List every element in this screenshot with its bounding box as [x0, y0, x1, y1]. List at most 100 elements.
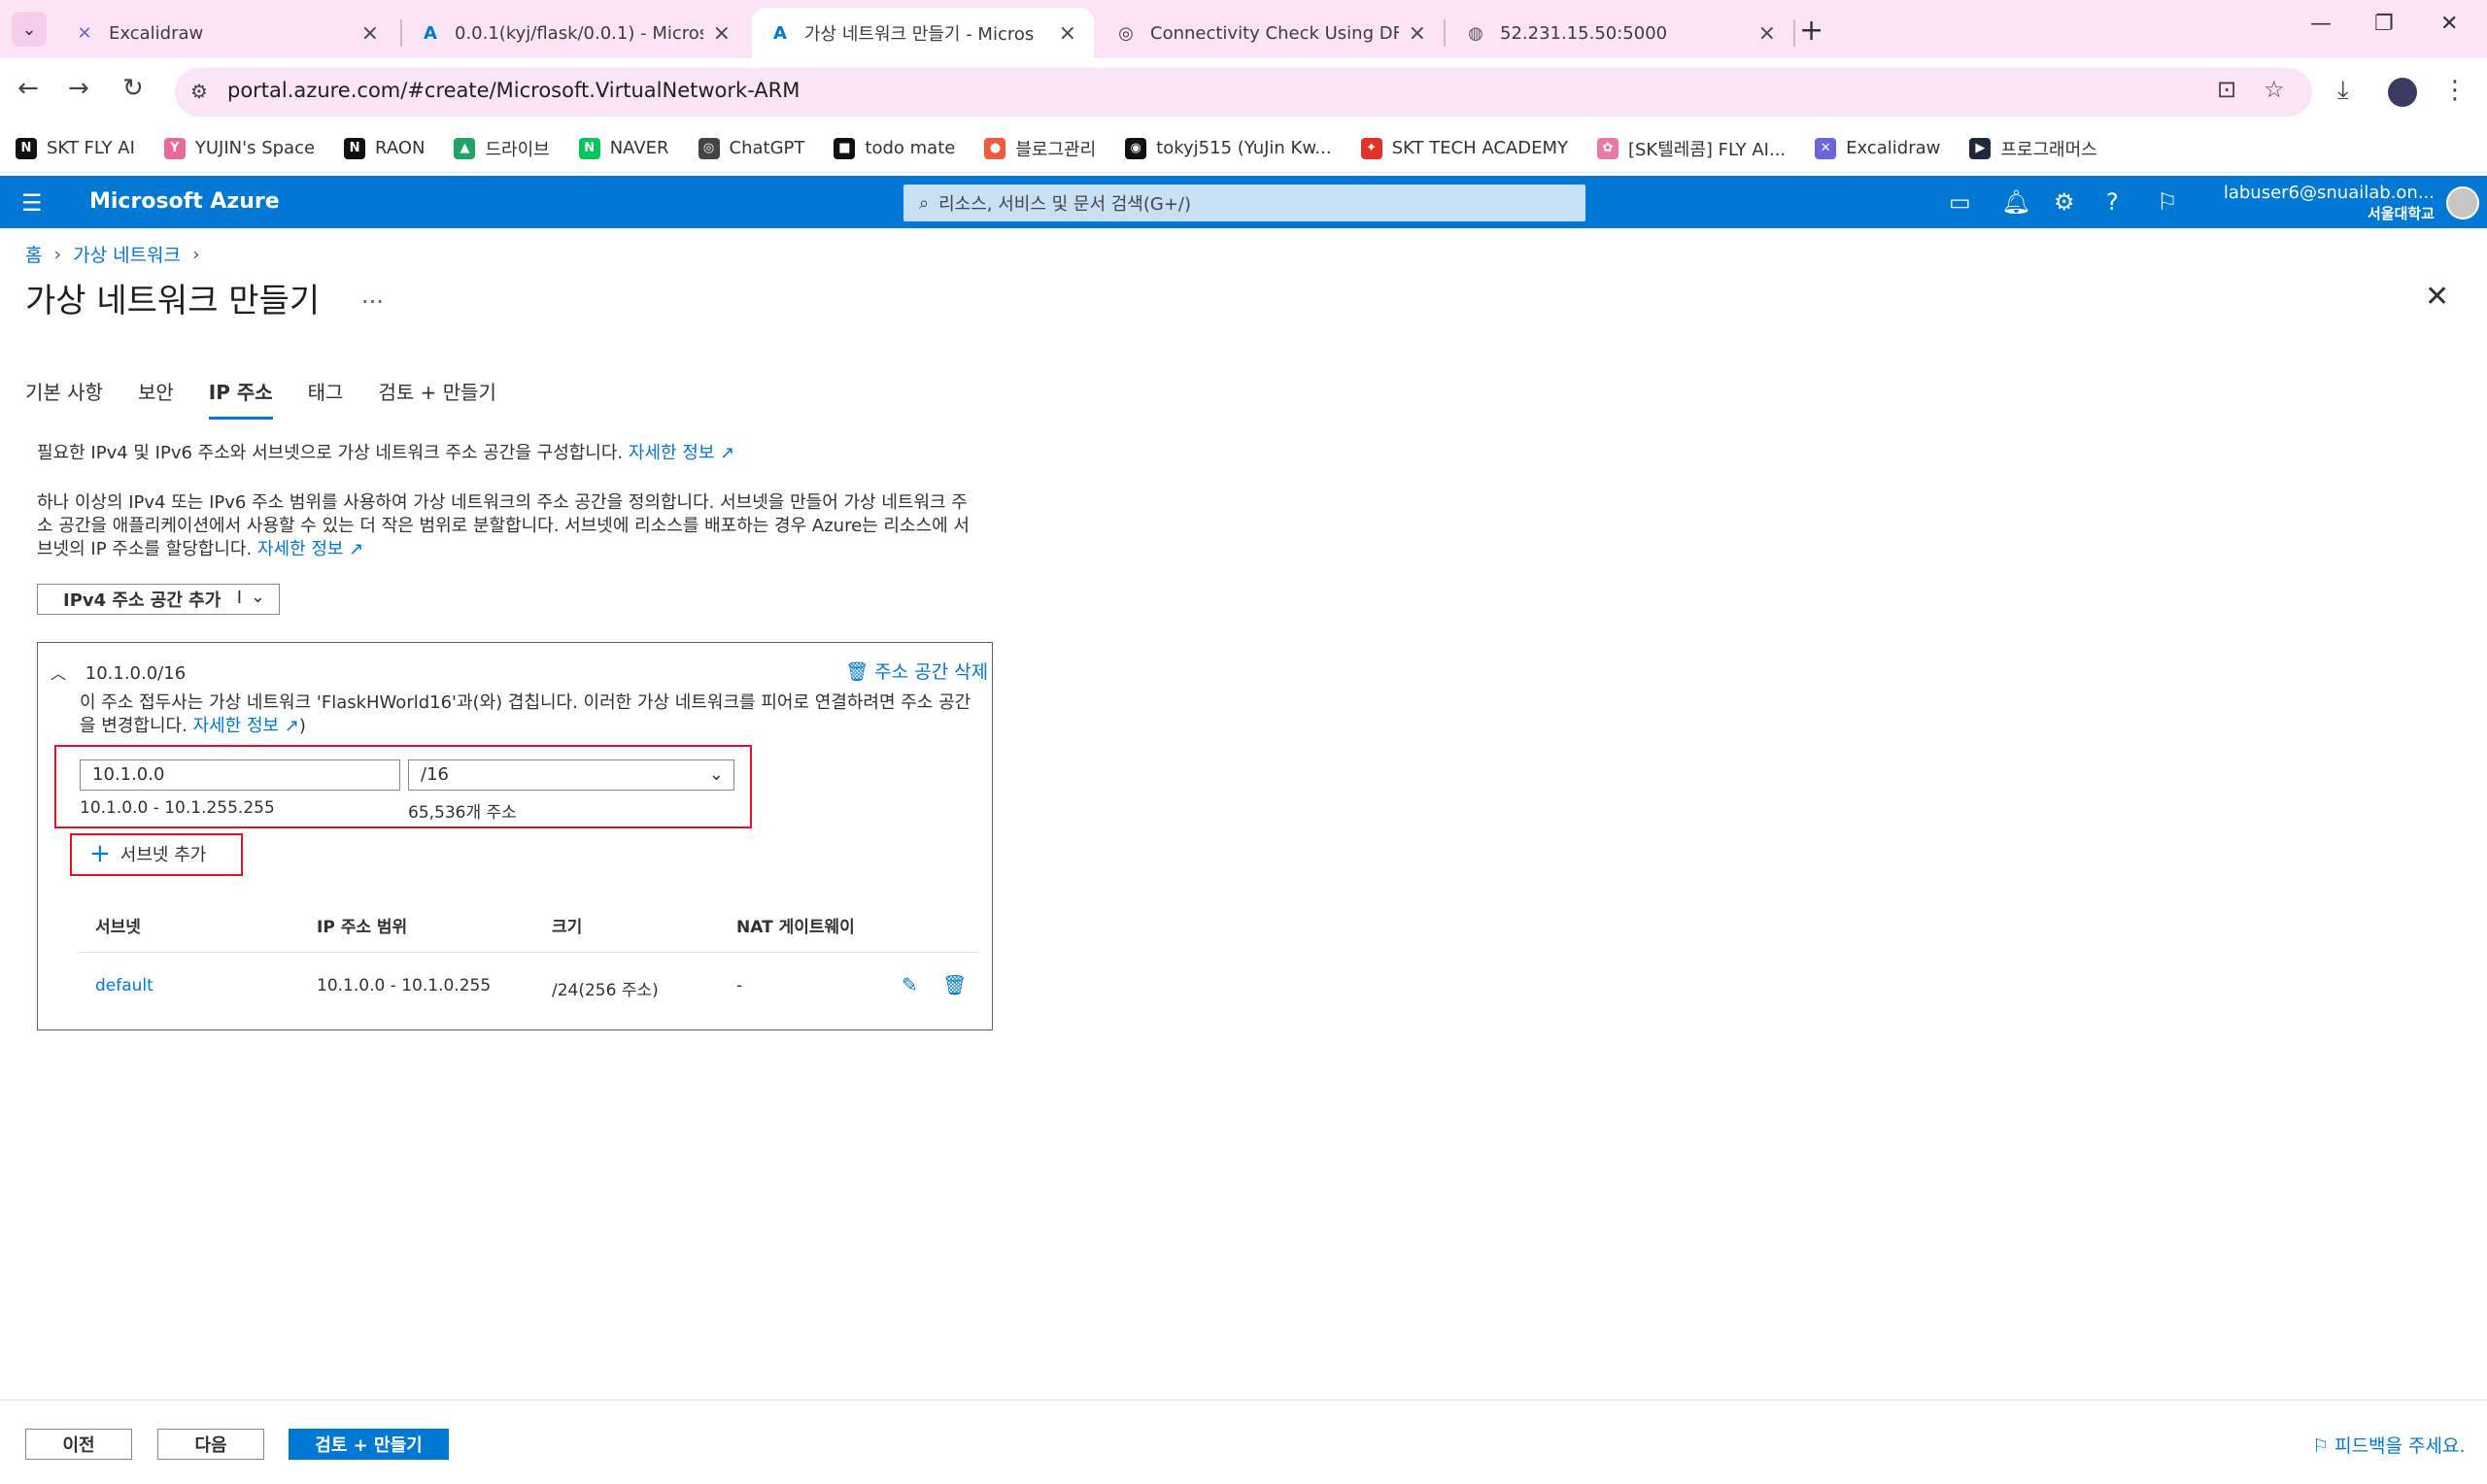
bookmark-item[interactable]: N NAVER — [578, 137, 669, 159]
learn-more-link[interactable]: 자세한 정보 — [629, 443, 715, 463]
subnet-name-link[interactable]: default — [95, 976, 153, 995]
tab-ip-addresses[interactable]: IP 주소 — [208, 377, 273, 420]
chevron-right-icon: › — [192, 243, 200, 265]
trash-icon[interactable]: 🗑︎ — [942, 973, 967, 996]
browser-tab-azure-flask[interactable]: A 0.0.1(kyj/flask/0.0.1) - Microsof × — [402, 8, 748, 58]
close-icon[interactable]: × — [361, 21, 379, 46]
menu-icon[interactable]: ⋮ — [2442, 76, 2468, 105]
global-search-input[interactable]: ⌕ 리소스, 서비스 및 문서 검색(G+/) — [903, 185, 1585, 221]
new-tab-button[interactable]: + — [1799, 14, 1823, 48]
account-avatar[interactable] — [2446, 186, 2479, 219]
account-info[interactable]: labuser6@snuailab.on... 서울대학교 — [2224, 183, 2435, 223]
more-options-icon[interactable]: ... — [361, 282, 384, 309]
add-subnet-button[interactable]: + 서브넷 추가 — [89, 839, 206, 868]
tab-review-create[interactable]: 검토 + 만들기 — [378, 377, 495, 420]
start-address-input[interactable]: 10.1.0.0 — [80, 759, 400, 791]
subnet-nat: - — [736, 976, 743, 995]
reload-icon[interactable]: ↻ — [122, 74, 144, 103]
plus-icon: + — [89, 839, 111, 868]
bookmark-icon: ✿ — [1596, 137, 1618, 159]
close-window-icon[interactable]: ✕ — [2440, 12, 2458, 36]
bookmark-item[interactable]: ■ todo mate — [834, 137, 956, 159]
external-link-icon: ↗ — [349, 539, 364, 559]
bookmark-icon: ✦ — [1360, 137, 1382, 159]
close-icon[interactable]: × — [1409, 21, 1426, 46]
bookmark-icon: Y — [163, 137, 186, 159]
back-icon[interactable]: ← — [17, 74, 39, 103]
bookmark-item[interactable]: ✦ SKT TECH ACADEMY — [1360, 137, 1568, 159]
notifications-icon[interactable]: 🔔︎ — [2001, 188, 2030, 216]
help-icon[interactable]: ? — [2106, 188, 2119, 216]
description-text: 하나 이상의 IPv4 또는 IPv6 주소 범위를 사용하여 가상 네트워크의… — [37, 492, 970, 559]
tab-basics[interactable]: 기본 사항 — [25, 377, 103, 420]
bookmark-label: 프로그래머스 — [2000, 139, 2097, 160]
bookmark-icon: N — [16, 137, 37, 159]
breadcrumb-home[interactable]: 홈 — [25, 241, 42, 267]
settings-icon[interactable]: ⚙ — [2054, 188, 2075, 216]
forward-icon[interactable]: → — [68, 74, 89, 103]
hamburger-menu-icon[interactable]: ☰ — [21, 189, 43, 217]
address-space-header[interactable]: ︿ 10.1.0.0/16 — [51, 660, 186, 684]
tab-tags[interactable]: 태그 — [308, 377, 344, 420]
intro-text: 필요한 IPv4 및 IPv6 주소와 서브넷으로 가상 네트워크 주소 공간을… — [37, 443, 735, 463]
azure-brand[interactable]: Microsoft Azure — [89, 189, 280, 214]
bookmark-item[interactable]: ▶ 프로그래머스 — [1969, 136, 2097, 161]
review-create-button[interactable]: 검토 + 만들기 — [289, 1429, 449, 1460]
bookmark-item[interactable]: ◉ tokyj515 (YuJin Kw... — [1125, 137, 1332, 159]
close-icon[interactable]: × — [713, 21, 731, 46]
bookmark-item[interactable]: ✕ Excalidraw — [1815, 137, 1940, 159]
tab-search-button[interactable]: ⌄ — [12, 12, 47, 47]
cloud-shell-icon[interactable]: ▭ — [1949, 188, 1971, 216]
openai-icon: ◎ — [1118, 22, 1134, 44]
bookmark-item[interactable]: ✿ [SK텔레콤] FLY AI... — [1596, 136, 1786, 161]
close-icon[interactable]: ✕ — [2425, 280, 2449, 314]
subnet-size: /24(256 주소) — [552, 981, 659, 1000]
learn-more-link[interactable]: 자세한 정보 — [193, 716, 280, 736]
bookmark-item[interactable]: ◎ ChatGPT — [698, 137, 804, 159]
browser-tab-create-vnet[interactable]: A 가상 네트워크 만들기 - Micros × — [752, 8, 1094, 58]
bookmark-icon: ■ — [834, 137, 856, 159]
site-settings-icon[interactable]: ⚙ — [190, 80, 208, 103]
browser-tab-excalidraw[interactable]: ✕ Excalidraw × — [56, 8, 396, 58]
bookmark-label: todo mate — [865, 138, 956, 158]
bookmark-icon: ✕ — [1815, 137, 1837, 159]
external-link-icon: ↗ — [284, 716, 299, 736]
search-icon: ⌕ — [919, 192, 930, 214]
close-icon[interactable]: × — [1059, 21, 1076, 46]
bookmark-item[interactable]: ● 블로그관리 — [984, 136, 1096, 161]
breadcrumb-vnet[interactable]: 가상 네트워크 — [73, 241, 181, 267]
edit-icon[interactable]: ✎ — [902, 973, 918, 996]
download-icon[interactable]: ⤓ — [2337, 76, 2349, 106]
globe-icon: ◍ — [1468, 22, 1483, 44]
close-icon[interactable]: × — [1758, 21, 1776, 46]
browser-tab-connectivity[interactable]: ◎ Connectivity Check Using DFS × — [1098, 8, 1444, 58]
delete-address-space-button[interactable]: 🗑︎ 주소 공간 삭제 — [845, 658, 988, 684]
url-text[interactable]: portal.azure.com/#create/Microsoft.Virtu… — [227, 79, 800, 102]
learn-more-link[interactable]: 자세한 정보 — [257, 539, 344, 559]
chevron-up-icon[interactable]: ︿ — [51, 664, 66, 683]
bookmark-icon: ◉ — [1125, 137, 1147, 159]
add-ipv4-address-space-button[interactable]: IPv4 주소 공간 추가 I ⌄ — [37, 584, 280, 615]
bookmark-item[interactable]: N SKT FLY AI — [16, 137, 135, 159]
minimize-icon[interactable]: — — [2310, 12, 2332, 36]
browser-tab-ip[interactable]: ◍ 52.231.15.50:5000 × — [1448, 8, 1793, 58]
chevron-down-icon: ⌄ — [250, 587, 265, 607]
restore-icon[interactable]: ❐ — [2374, 12, 2394, 36]
bookmark-icon: ▶ — [1969, 137, 1992, 159]
bookmark-item[interactable]: N RAON — [344, 137, 425, 159]
profile-avatar[interactable] — [2388, 78, 2417, 107]
give-feedback-link[interactable]: ⚐ 피드백을 주세요. — [2312, 1432, 2466, 1458]
bookmark-item[interactable]: Y YUJIN's Space — [163, 137, 315, 159]
feedback-icon: ⚐ — [2312, 1435, 2330, 1457]
previous-button[interactable]: 이전 — [25, 1429, 132, 1460]
bookmark-item[interactable]: ▲ 드라이브 — [454, 136, 550, 161]
feedback-icon[interactable]: ⚐ — [2157, 188, 2178, 216]
bookmark-icon: ▲ — [454, 137, 476, 159]
tab-security[interactable]: 보안 — [138, 377, 174, 420]
next-button[interactable]: 다음 — [157, 1429, 264, 1460]
prefix-select[interactable]: /16 ⌄ — [408, 759, 734, 791]
address-count: 65,536개 주소 — [408, 803, 517, 823]
bookmark-star-icon[interactable]: ☆ — [2264, 76, 2285, 103]
address-range: 10.1.0.0 - 10.1.255.255 — [80, 798, 275, 818]
install-app-icon[interactable]: ⊡ — [2217, 76, 2236, 103]
